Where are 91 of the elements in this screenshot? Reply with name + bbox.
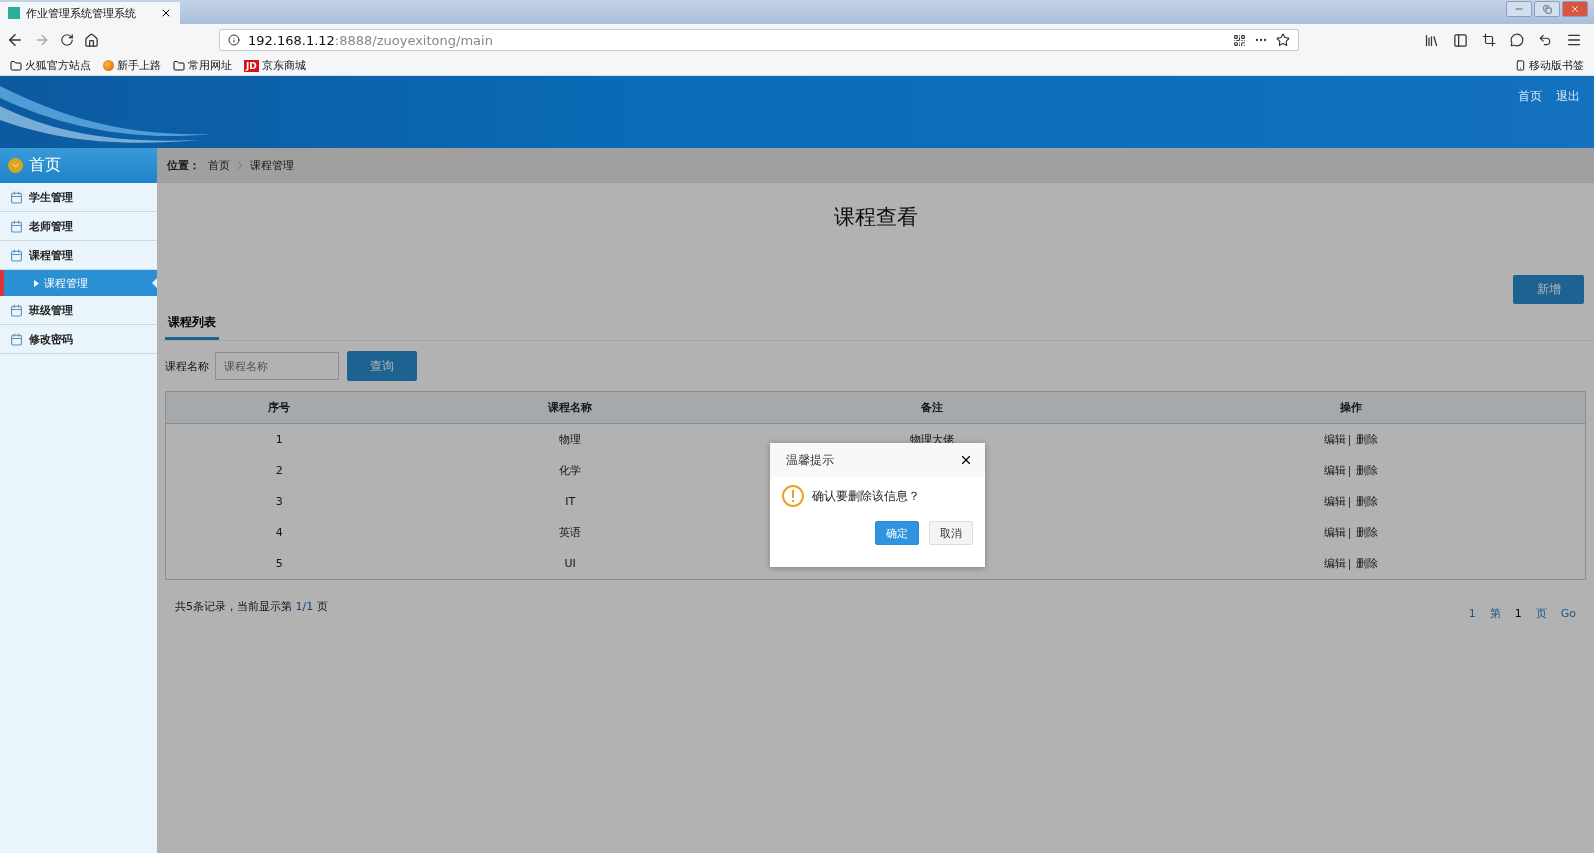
table-cell: 3	[165, 486, 393, 517]
warning-icon	[782, 485, 804, 507]
chevron-icon	[8, 158, 23, 173]
field-label: 课程名称	[165, 358, 209, 374]
bookmark-label[interactable]: 火狐官方站点	[25, 58, 91, 73]
column-header: 课程名称	[392, 391, 748, 424]
breadcrumb-item[interactable]: 首页	[208, 158, 230, 173]
tab[interactable]: 课程列表	[165, 314, 219, 340]
phone-icon	[1515, 60, 1526, 71]
cancel-button[interactable]: 取消	[929, 521, 973, 545]
dialog-message: 确认要删除该信息？	[812, 487, 920, 505]
calendar-icon	[10, 190, 23, 204]
breadcrumb-item[interactable]: 课程管理	[250, 158, 294, 173]
star-icon[interactable]	[1276, 33, 1290, 47]
crop-icon[interactable]	[1482, 33, 1496, 47]
info-icon[interactable]	[228, 34, 240, 46]
page-icon	[8, 7, 20, 19]
chat-icon[interactable]	[1510, 33, 1524, 47]
action-link[interactable]: 删除	[1355, 526, 1378, 539]
bookmark-label[interactable]: 常用网址	[188, 58, 232, 73]
menu-icon[interactable]	[1566, 32, 1582, 48]
address-field[interactable]: 192.168.1.12:8888/zuoyexitong/main	[219, 29, 1299, 51]
separator-icon	[238, 162, 242, 169]
bookmark[interactable]: 新手上路	[103, 58, 161, 73]
page-count-link[interactable]: 1/1	[295, 600, 314, 613]
close-icon[interactable]	[959, 453, 973, 467]
action-link[interactable]: 编辑	[1323, 433, 1346, 446]
qr-code-icon[interactable]	[1233, 33, 1246, 47]
caret-icon	[34, 279, 39, 287]
close-icon[interactable]	[160, 7, 172, 19]
table-cell-text: 英语	[558, 525, 583, 541]
action-link[interactable]: 编辑	[1323, 464, 1346, 477]
folder-icon	[173, 59, 185, 72]
table-cell: 物理	[392, 423, 748, 455]
reload-icon[interactable]	[60, 33, 74, 47]
dialog-title: 温馨提示	[786, 451, 835, 469]
home-icon[interactable]	[84, 32, 99, 48]
sidebar-header[interactable]: 首页	[0, 148, 157, 183]
close-icon	[1570, 4, 1580, 14]
undo-icon[interactable]	[1538, 33, 1552, 47]
calendar-icon	[10, 219, 23, 233]
pager-text: 页	[1535, 606, 1547, 621]
browser-tab[interactable]: 作业管理系统管理系统	[0, 2, 180, 24]
bookmark-label[interactable]: 新手上路	[117, 58, 161, 73]
restore-icon	[1542, 4, 1552, 14]
table-cell: 5	[165, 548, 393, 580]
bookmark[interactable]: 火狐官方站点	[10, 58, 91, 73]
breadcrumb-label: 位置：	[167, 158, 200, 173]
calendar-icon	[10, 332, 23, 346]
bookmark-label[interactable]: 京东商城	[261, 58, 306, 73]
calendar-icon	[10, 303, 23, 317]
bookmark[interactable]: JD 京东商城	[244, 58, 306, 73]
action-link[interactable]: 删除	[1355, 495, 1378, 508]
page-link[interactable]: 1	[1468, 607, 1476, 620]
action-link[interactable]: 编辑	[1323, 526, 1346, 539]
table-cell: UI	[392, 548, 748, 580]
page-input[interactable]: 1	[1514, 607, 1522, 620]
bookmark[interactable]: 常用网址	[173, 58, 232, 73]
browser-logo-icon	[103, 60, 114, 71]
restore-button[interactable]	[1534, 1, 1560, 17]
search-field[interactable]: 课程名称	[215, 352, 339, 380]
sidebar-title[interactable]: 首页	[29, 155, 61, 176]
sidebar-icon[interactable]	[1453, 32, 1468, 48]
go-link[interactable]: Go	[1560, 607, 1576, 620]
action-link[interactable]: 编辑	[1323, 495, 1346, 508]
table-cell: 2	[165, 455, 393, 486]
action-link[interactable]: 编辑	[1323, 557, 1346, 570]
bookmark-label[interactable]: 移动版书签	[1529, 58, 1584, 73]
column-header: 备注	[747, 391, 1117, 424]
pager-text: 第	[1489, 606, 1501, 621]
folder-icon	[10, 59, 22, 72]
header-link[interactable]: 首页	[1518, 88, 1542, 105]
header-link[interactable]: 退出	[1556, 88, 1580, 105]
table-cell-text: IT	[564, 494, 577, 510]
back-icon[interactable]	[6, 31, 24, 49]
action-link[interactable]: 删除	[1355, 464, 1378, 477]
sidebar-subitem[interactable]: 课程管理	[0, 270, 157, 296]
record-summary: 共5条记录，当前显示第 1/1 页	[175, 599, 328, 614]
calendar-icon	[10, 248, 23, 262]
table-cell: 4	[165, 517, 393, 548]
column-header: 操作	[1116, 391, 1586, 424]
mobile-bookmarks[interactable]: 移动版书签	[1515, 58, 1584, 73]
action-link[interactable]: 删除	[1355, 557, 1378, 570]
library-icon[interactable]	[1424, 32, 1439, 48]
action-link[interactable]: 删除	[1355, 433, 1378, 446]
column-header: 序号	[165, 391, 393, 424]
close-window-button[interactable]	[1562, 1, 1588, 17]
table-cell-text: 化学	[558, 463, 583, 479]
page-title: 课程查看	[832, 204, 919, 231]
table-cell: 1	[165, 423, 393, 455]
shop-logo-icon: JD	[244, 59, 259, 72]
